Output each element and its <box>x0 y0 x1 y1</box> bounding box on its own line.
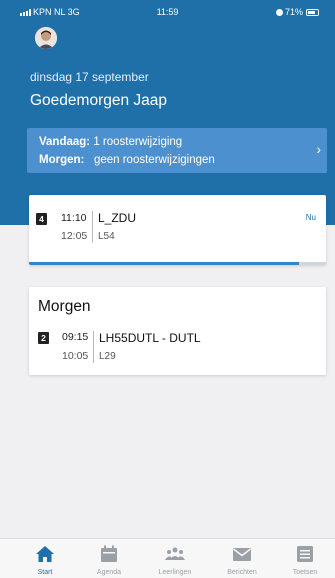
tab-label: Berichten <box>227 569 257 576</box>
calendar-icon <box>101 545 117 562</box>
divider <box>93 331 94 363</box>
divider <box>92 211 93 243</box>
today-changes: 1 roosterwijziging <box>93 136 183 148</box>
tab-bar: Start Agenda Leerlingen Berichten Toetse… <box>0 538 335 578</box>
battery-icon <box>306 8 319 16</box>
tomorrow-card[interactable]: Morgen 2 09:15 10:05 LH55DUTL - DUTL L29 <box>29 287 326 375</box>
lesson-room: L54 <box>98 231 115 242</box>
do-not-disturb-icon <box>275 8 283 16</box>
tab-label: Toetsen <box>292 569 318 576</box>
greeting: Goedemorgen Jaap <box>30 92 168 109</box>
lesson-start-time: 11:10 <box>61 212 87 224</box>
tab-label: Leerlingen <box>158 569 192 576</box>
lesson-room: L29 <box>99 351 116 362</box>
tomorrow-title: Morgen <box>38 298 91 315</box>
current-date: dinsdag 17 september <box>30 70 149 84</box>
today-label: Vandaag: <box>39 136 91 148</box>
tab-start[interactable]: Start <box>20 539 70 578</box>
students-icon <box>165 547 185 560</box>
schedule-changes-card[interactable]: Vandaag: 1 roosterwijziging Morgen: geen… <box>27 128 327 173</box>
lesson-progress-fill <box>29 262 300 265</box>
now-label: Nu <box>305 213 316 222</box>
lesson-start-time: 09:15 <box>62 331 89 343</box>
chevron-right-icon: › <box>316 141 321 157</box>
home-icon <box>36 546 54 562</box>
tab-label: Start <box>37 569 53 576</box>
tab-agenda[interactable]: Agenda <box>84 539 134 578</box>
header: KPN NL 3G 11:59 71% dinsdag 17 september… <box>0 0 335 225</box>
list-icon <box>297 546 313 562</box>
battery-percent: 71% <box>284 7 303 17</box>
current-lesson-card[interactable]: 4 11:10 12:05 L_ZDU L54 Nu <box>29 195 326 265</box>
tomorrow-label: Morgen: <box>39 154 85 166</box>
avatar[interactable] <box>35 27 57 49</box>
lesson-subject: L_ZDU <box>98 211 137 225</box>
period-badge: 2 <box>38 332 49 344</box>
lesson-progress-bar <box>29 262 326 265</box>
mail-icon <box>233 548 251 561</box>
lesson-end-time: 10:05 <box>62 350 89 362</box>
tab-leerlingen[interactable]: Leerlingen <box>150 539 200 578</box>
tomorrow-changes: geen roosterwijzigingen <box>93 154 215 166</box>
lesson-end-time: 12:05 <box>61 230 88 242</box>
status-bar: KPN NL 3G 11:59 71% <box>0 0 335 20</box>
tab-berichten[interactable]: Berichten <box>217 539 267 578</box>
tab-toetsen[interactable]: Toetsen <box>280 539 330 578</box>
tab-label: Agenda <box>96 569 122 576</box>
lesson-subject: LH55DUTL - DUTL <box>99 331 201 345</box>
period-badge: 4 <box>36 213 47 225</box>
